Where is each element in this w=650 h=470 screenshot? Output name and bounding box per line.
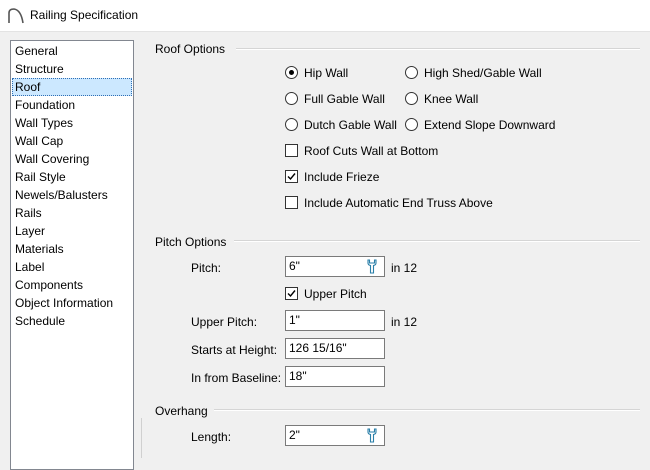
radio-indicator <box>405 66 418 79</box>
title-bar: Railing Specification <box>0 0 650 32</box>
wrench-icon[interactable] <box>366 259 378 274</box>
roof-options-heading: Roof Options <box>155 42 226 56</box>
checkmark-icon <box>287 290 296 298</box>
radio-indicator <box>405 118 418 131</box>
starts-at-height-input[interactable]: 126 15/16" <box>285 338 385 359</box>
pitch-value: 6" <box>289 259 300 273</box>
checkbox-box <box>285 144 298 157</box>
wrench-icon[interactable] <box>366 428 378 443</box>
nav-item-layer[interactable]: Layer <box>12 222 132 240</box>
pitch-options-divider <box>234 240 640 242</box>
nav-item-wall-cap[interactable]: Wall Cap <box>12 132 132 150</box>
nav-item-object-information[interactable]: Object Information <box>12 294 132 312</box>
nav-item-materials[interactable]: Materials <box>12 240 132 258</box>
extend-slope-downward-label: Extend Slope Downward <box>424 118 556 132</box>
hip-wall-label: Hip Wall <box>304 66 349 80</box>
length-label: Length: <box>191 430 232 444</box>
radio-indicator <box>285 92 298 105</box>
nav-item-foundation[interactable]: Foundation <box>12 96 132 114</box>
in-from-baseline-label: In from Baseline: <box>191 371 282 385</box>
checkmark-icon <box>287 173 296 181</box>
starts-at-height-label: Starts at Height: <box>191 343 278 357</box>
nav-item-rails[interactable]: Rails <box>12 204 132 222</box>
length-input[interactable]: 2" <box>285 425 385 446</box>
include-frieze-label: Include Frieze <box>304 170 380 184</box>
roof-cuts-wall-label: Roof Cuts Wall at Bottom <box>304 144 439 158</box>
upper-pitch-label: Upper Pitch: <box>191 315 258 329</box>
length-value: 2" <box>289 428 300 442</box>
checkbox-box <box>285 170 298 183</box>
nav-item-rail-style[interactable]: Rail Style <box>12 168 132 186</box>
nav-item-general[interactable]: General <box>12 42 132 60</box>
nav-item-label[interactable]: Label <box>12 258 132 276</box>
checkbox-box <box>285 287 298 300</box>
upper-pitch-check-label: Upper Pitch <box>304 287 367 301</box>
nav-item-newels-balusters[interactable]: Newels/Balusters <box>12 186 132 204</box>
upper-pitch-unit: in 12 <box>391 315 418 329</box>
full-gable-wall-label: Full Gable Wall <box>304 92 385 106</box>
overhang-heading: Overhang <box>155 404 208 418</box>
radio-indicator <box>285 66 298 79</box>
knee-wall-label: Knee Wall <box>424 92 479 106</box>
starts-at-height-value: 126 15/16" <box>289 341 347 355</box>
radio-indicator <box>285 118 298 131</box>
radio-indicator <box>405 92 418 105</box>
in-from-baseline-value: 18" <box>289 369 307 383</box>
pitch-unit: in 12 <box>391 261 418 275</box>
upper-pitch-input[interactable]: 1" <box>285 310 385 331</box>
in-from-baseline-input[interactable]: 18" <box>285 366 385 387</box>
checkbox-box <box>285 196 298 209</box>
nav-item-wall-types[interactable]: Wall Types <box>12 114 132 132</box>
roof-options-divider <box>236 48 640 50</box>
high-shed-gable-wall-label: High Shed/Gable Wall <box>424 66 542 80</box>
nav-item-structure[interactable]: Structure <box>12 60 132 78</box>
dutch-gable-wall-label: Dutch Gable Wall <box>304 118 397 132</box>
pitch-input[interactable]: 6" <box>285 256 385 277</box>
nav-item-schedule[interactable]: Schedule <box>12 312 132 330</box>
upper-pitch-value: 1" <box>289 313 300 327</box>
include-end-truss-label: Include Automatic End Truss Above <box>304 196 493 210</box>
pitch-options-heading: Pitch Options <box>155 235 227 249</box>
panel-splitter[interactable] <box>141 418 142 458</box>
window-title: Railing Specification <box>30 8 139 22</box>
nav-item-roof[interactable]: Roof <box>12 78 132 96</box>
overhang-divider <box>214 409 640 411</box>
category-list[interactable]: General Structure Roof Foundation Wall T… <box>10 40 134 470</box>
pitch-label: Pitch: <box>191 261 222 275</box>
arc-icon <box>8 8 24 24</box>
nav-item-wall-covering[interactable]: Wall Covering <box>12 150 132 168</box>
nav-item-components[interactable]: Components <box>12 276 132 294</box>
